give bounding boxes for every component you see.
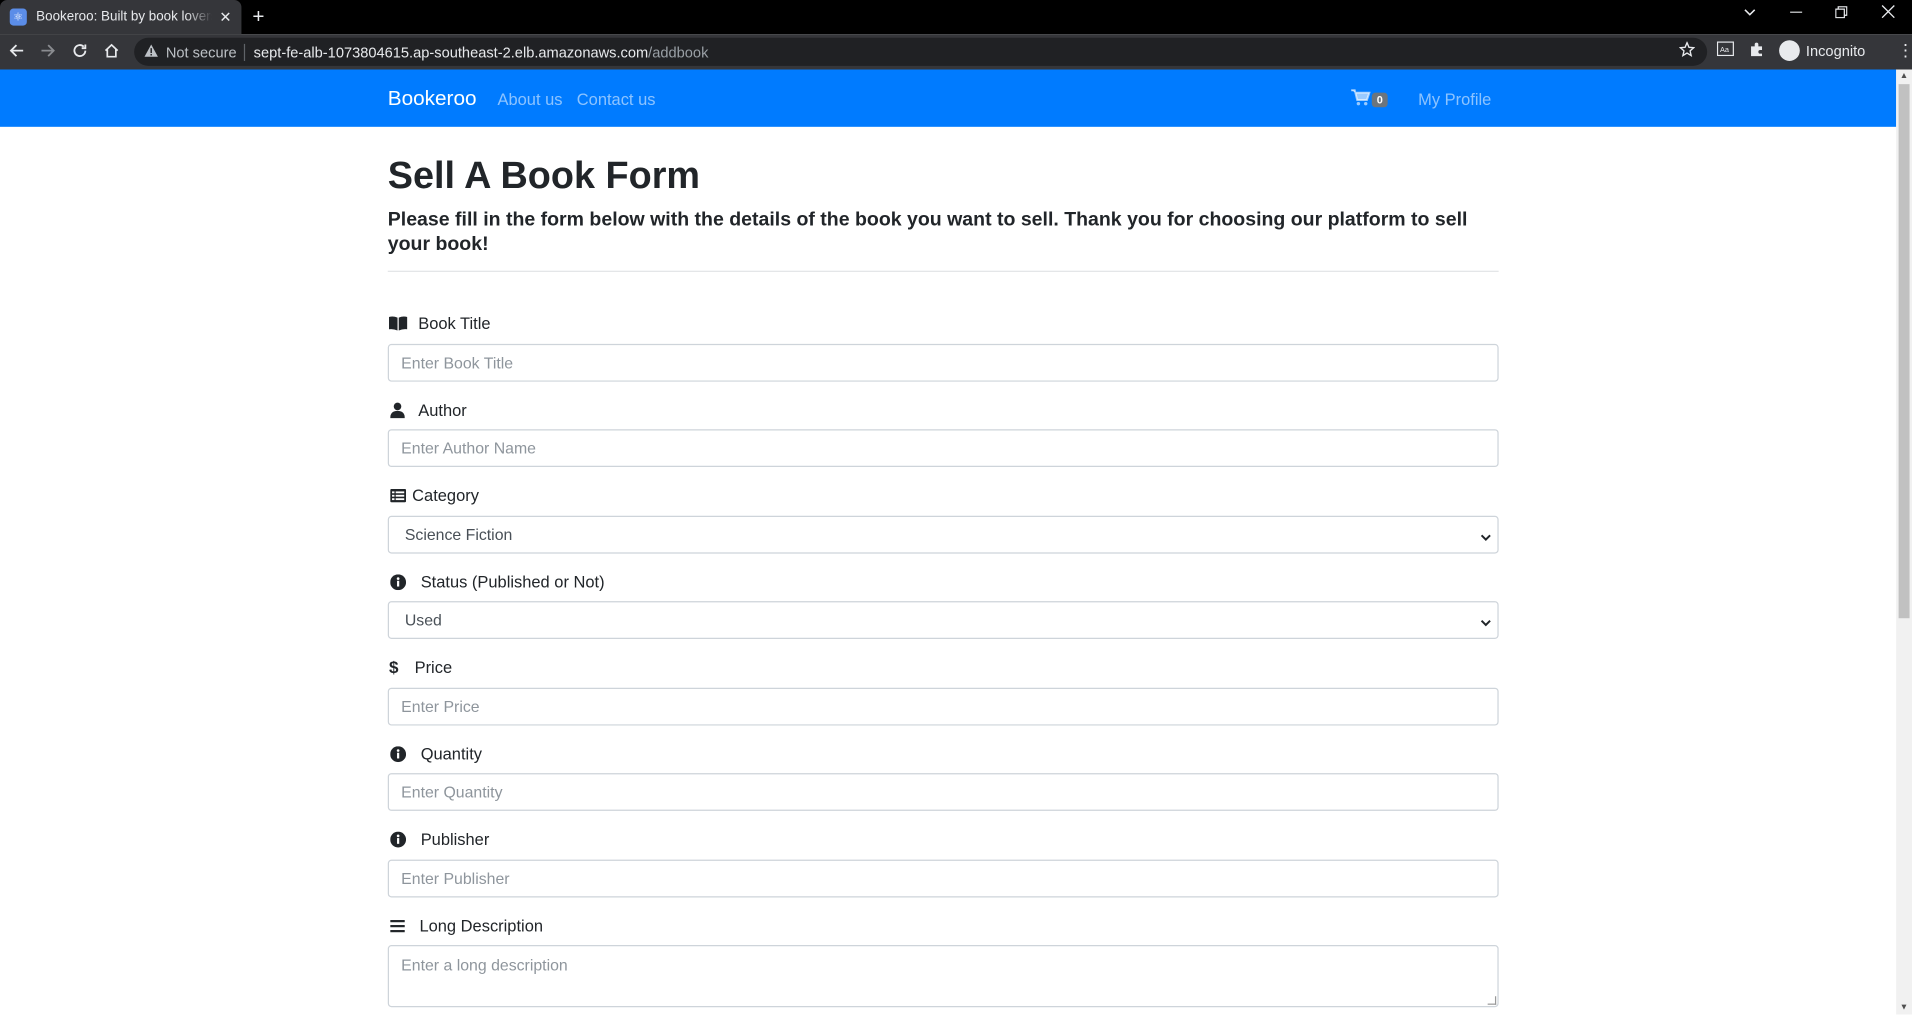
url-host: sept-fe-alb-1073804615.ap-southeast-2.el… (253, 43, 649, 61)
toolbar-right: Aa Incognito ⋮ (1716, 40, 1912, 61)
long-description-textarea[interactable] (387, 945, 1499, 1008)
reload-icon[interactable] (63, 42, 95, 62)
close-tab-icon[interactable]: ✕ (219, 9, 231, 26)
svg-text:$: $ (388, 658, 398, 675)
home-icon[interactable] (95, 42, 127, 62)
cart-count-badge: 0 (1371, 92, 1388, 108)
publisher-label-text: Publisher (420, 829, 490, 849)
restore-icon[interactable] (1835, 5, 1848, 22)
page-scrollbar[interactable]: ▲ ▼ (1896, 69, 1912, 1015)
new-tab-button[interactable]: + (252, 6, 264, 27)
bars-icon (388, 916, 408, 936)
price-input[interactable] (387, 687, 1499, 726)
react-favicon-icon: ⚛ (9, 8, 27, 26)
info-circle-icon (388, 829, 408, 849)
back-icon[interactable] (0, 42, 32, 62)
browser-tab[interactable]: ⚛ Bookeroo: Built by book lovers, f ✕ (0, 0, 242, 35)
price-label-text: Price (414, 657, 453, 677)
tab-title: Bookeroo: Built by book lovers, f (36, 9, 213, 25)
page-subtitle: Please fill in the form below with the d… (387, 209, 1468, 255)
scroll-up-icon[interactable]: ▲ (1900, 72, 1908, 81)
status-label: Status (Published or Not) (388, 572, 605, 592)
browser-window: ⚛ Bookeroo: Built by book lovers, f ✕ + (0, 0, 1912, 1015)
info-circle-icon (388, 744, 408, 764)
brand-link[interactable]: Bookeroo (388, 87, 477, 111)
author-input[interactable] (387, 429, 1499, 468)
reader-mode-icon[interactable]: Aa (1716, 41, 1734, 59)
book-title-label-text: Book Title (418, 313, 491, 333)
nav-link-about[interactable]: About us (498, 90, 563, 108)
scroll-thumb[interactable] (1898, 84, 1910, 619)
price-label: $ Price (388, 657, 452, 677)
chevron-down-icon (1480, 528, 1491, 546)
site-navbar: Bookeroo About us Contact us 0 My Profil… (0, 69, 1897, 127)
textarea-resize-handle[interactable] (1487, 996, 1497, 1005)
long-description-wrapper (387, 945, 1499, 1008)
warning-triangle-icon[interactable] (144, 43, 159, 60)
svg-text:Aa: Aa (1720, 45, 1730, 54)
status-selected-value: Used (404, 610, 442, 630)
long-description-label: Long Description (388, 916, 543, 936)
incognito-label: Incognito (1805, 42, 1866, 60)
extensions-puzzle-icon[interactable] (1749, 41, 1765, 61)
book-title-label: Book Title (388, 313, 491, 333)
category-select[interactable]: Science Fiction (387, 515, 1499, 554)
url-path: /addbook (648, 43, 709, 61)
status-label-text: Status (Published or Not) (420, 572, 605, 591)
bookmark-star-icon[interactable] (1678, 40, 1696, 61)
divider (387, 270, 1499, 272)
incognito-profile-button[interactable]: Incognito (1779, 40, 1865, 61)
category-label: Category (388, 485, 479, 505)
book-title-input[interactable] (387, 343, 1499, 382)
address-bar[interactable]: Not secure sept-fe-alb-1073804615.ap-sou… (134, 37, 1708, 66)
status-select[interactable]: Used (387, 601, 1499, 639)
close-window-icon[interactable] (1881, 5, 1895, 22)
author-label: Author (388, 400, 467, 420)
list-alt-icon (388, 485, 408, 505)
my-profile-link[interactable]: My Profile (1418, 90, 1491, 108)
tab-strip: ⚛ Bookeroo: Built by book lovers, f ✕ + (0, 0, 1912, 35)
page-title: Sell A Book Form (387, 153, 701, 197)
scroll-down-icon[interactable]: ▼ (1900, 1004, 1908, 1013)
long-description-label-text: Long Description (419, 916, 544, 935)
book-open-icon (388, 313, 408, 333)
forward-icon[interactable] (32, 42, 64, 62)
category-selected-value: Science Fiction (404, 525, 513, 544)
publisher-input[interactable] (387, 859, 1499, 898)
chevron-down-icon (1480, 613, 1491, 631)
nav-link-contact[interactable]: Contact us (577, 90, 656, 108)
incognito-icon (1779, 40, 1800, 61)
cart-button[interactable]: 0 (1351, 88, 1388, 108)
category-label-text: Category (412, 485, 479, 505)
quantity-input[interactable] (387, 773, 1499, 811)
info-circle-icon (388, 572, 408, 592)
menu-kebab-icon[interactable]: ⋮ (1897, 40, 1912, 61)
dollar-icon: $ (388, 657, 400, 677)
minimize-icon[interactable] (1790, 5, 1803, 22)
user-icon (388, 400, 408, 420)
browser-toolbar: Not secure sept-fe-alb-1073804615.ap-sou… (0, 34, 1912, 70)
not-secure-label[interactable]: Not secure (166, 43, 246, 61)
author-label-text: Author (418, 400, 467, 419)
tab-search-icon[interactable] (1744, 5, 1756, 22)
shopping-cart-icon (1351, 89, 1371, 106)
quantity-label-text: Quantity (420, 744, 483, 763)
quantity-label: Quantity (388, 744, 482, 764)
publisher-label: Publisher (388, 829, 490, 849)
